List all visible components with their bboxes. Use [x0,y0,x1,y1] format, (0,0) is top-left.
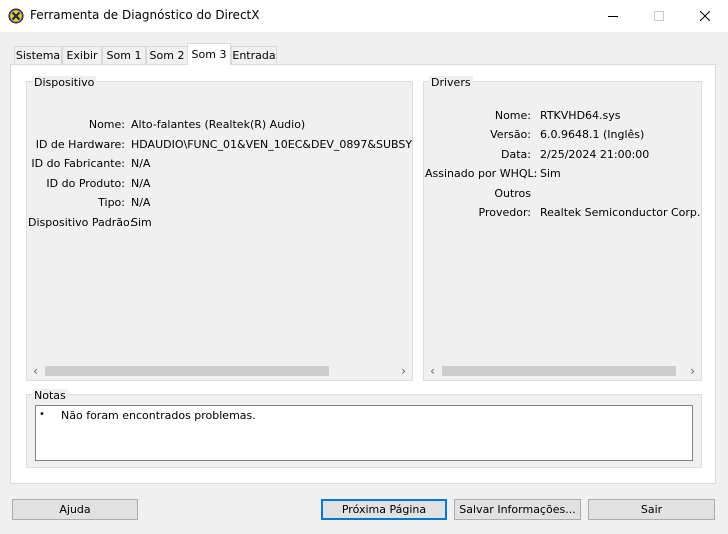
next-page-button[interactable]: Próxima Página [321,499,447,520]
close-button[interactable] [682,0,728,32]
scroll-thumb[interactable] [45,366,329,376]
scroll-right-arrow-icon[interactable]: › [395,362,412,379]
others-label: Outros [494,187,531,200]
product-id-value: N/A [131,177,151,190]
window-title: Ferramenta de Diagnóstico do DirectX [30,8,260,22]
maximize-button[interactable] [636,0,682,32]
hardware-id-value: HDAUDIO\FUNC_01&VEN_10EC&DEV_0897&SUBSYS… [131,138,412,151]
tab-sistema[interactable]: Sistema [14,46,62,64]
maximize-icon [654,11,664,21]
notes-textbox[interactable]: • Não foram encontrados problemas. [35,405,693,461]
close-icon [700,11,710,21]
tab-som-2[interactable]: Som 2 [146,46,188,64]
whql-label: Assinado por WHQL: [425,167,538,180]
driver-date-value: 2/25/2024 21:00:00 [540,148,650,161]
title-bar: Ferramenta de Diagnóstico do DirectX [0,0,728,32]
scroll-thumb[interactable] [442,366,676,376]
bullet-icon: • [39,409,45,420]
default-device-label: Dispositivo Padrão: [28,216,134,229]
drivers-group [423,81,702,381]
help-button[interactable]: Ajuda [12,499,138,520]
driver-name-label: Nome: [494,109,531,122]
driver-version-value: 6.0.9648.1 (Inglês) [540,128,645,141]
device-name-label: Nome: [88,118,125,131]
provider-value: Realtek Semiconductor Corp. [540,206,701,219]
device-group-title: Dispositivo [32,76,97,89]
tab-som-1[interactable]: Som 1 [102,46,146,64]
scroll-left-arrow-icon[interactable]: ‹ [424,362,441,379]
manufacturer-id-label: ID do Fabricante: [31,157,125,170]
hardware-id-label: ID de Hardware: [35,138,125,151]
manufacturer-id-value: N/A [131,157,151,170]
tab-exibir[interactable]: Exibir [62,46,102,64]
product-id-label: ID do Produto: [46,177,125,190]
device-name-value: Alto-falantes (Realtek(R) Audio) [131,118,306,131]
driver-name-value: RTKVHD64.sys [540,109,621,122]
driver-date-label: Data: [501,148,531,161]
directx-icon [8,8,24,24]
tab-entrada[interactable]: Entrada [231,46,277,64]
type-value: N/A [131,196,151,209]
provider-label: Provedor: [478,206,531,219]
notes-item: Não foram encontrados problemas. [61,409,256,422]
device-horizontal-scrollbar[interactable]: ‹ › [27,362,412,379]
notes-group-title: Notas [32,389,68,402]
default-device-value: Sim [131,216,152,229]
driver-version-label: Versão: [490,128,531,141]
minimize-icon [608,16,618,17]
whql-value: Sim [540,167,561,180]
type-label: Tipo: [98,196,125,209]
exit-button[interactable]: Sair [588,499,715,520]
save-info-button[interactable]: Salvar Informações... [454,499,581,520]
drivers-group-title: Drivers [429,76,473,89]
scroll-left-arrow-icon[interactable]: ‹ [27,362,44,379]
scroll-right-arrow-icon[interactable]: › [684,362,701,379]
tab-som-3[interactable]: Som 3 [187,43,231,65]
minimize-button[interactable] [590,0,636,32]
drivers-horizontal-scrollbar[interactable]: ‹ › [424,362,701,379]
